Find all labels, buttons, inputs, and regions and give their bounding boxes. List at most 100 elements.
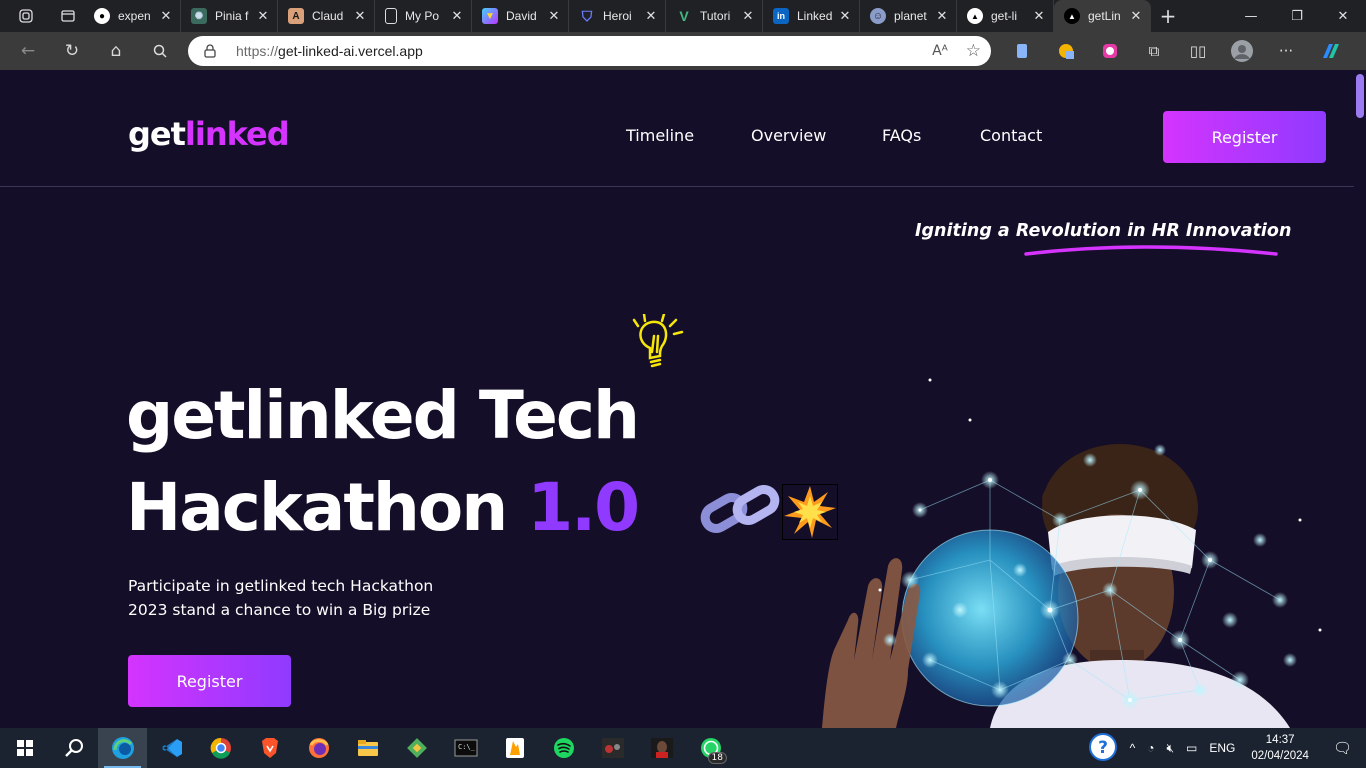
- tab-label: Pinia f: [215, 9, 249, 23]
- nav-contact[interactable]: Contact: [980, 126, 1042, 145]
- close-tab-icon[interactable]: ✕: [740, 8, 756, 24]
- browser-tab[interactable]: V Tutori ✕: [666, 0, 763, 32]
- help-icon[interactable]: ?: [1082, 732, 1124, 765]
- hero-register-button[interactable]: Register: [128, 655, 291, 707]
- workspaces-icon[interactable]: [0, 0, 52, 32]
- spotify-icon[interactable]: [539, 728, 588, 768]
- tab-actions-icon[interactable]: [52, 0, 84, 32]
- browser-tab[interactable]: A Claud ✕: [278, 0, 375, 32]
- close-tab-icon[interactable]: ✕: [158, 8, 174, 24]
- address-bar[interactable]: https://get-linked-ai.vercel.app Aᴬ ☆: [188, 36, 991, 66]
- close-tab-icon[interactable]: ✕: [1128, 8, 1144, 24]
- new-tab-icon[interactable]: +: [1151, 0, 1185, 32]
- minimize-icon[interactable]: —: [1228, 0, 1274, 32]
- browser-tab[interactable]: ▼ David ✕: [472, 0, 569, 32]
- restore-icon[interactable]: ❐: [1274, 0, 1320, 32]
- hero-vr-illustration: [822, 378, 1322, 728]
- extension-chrome-icon[interactable]: [1088, 32, 1132, 70]
- copilot-icon[interactable]: [1308, 32, 1352, 70]
- close-tab-icon[interactable]: ✕: [449, 8, 465, 24]
- notification-badge: 18: [707, 752, 727, 764]
- profile-avatar[interactable]: [1220, 32, 1264, 70]
- extension-color-icon[interactable]: [1044, 32, 1088, 70]
- search-icon[interactable]: [138, 32, 182, 70]
- extension-icon[interactable]: [1000, 32, 1044, 70]
- svg-text:C:\_: C:\_: [458, 743, 476, 751]
- split-screen-icon[interactable]: ▯▯: [1176, 32, 1220, 70]
- favorite-star-icon[interactable]: ☆: [966, 41, 981, 61]
- close-tab-icon[interactable]: ✕: [934, 8, 950, 24]
- chrome-icon[interactable]: [196, 728, 245, 768]
- site-header: getlinked Timeline Overview FAQs Contact…: [0, 70, 1354, 187]
- header-register-button[interactable]: Register: [1163, 111, 1326, 163]
- firefox-icon[interactable]: [294, 728, 343, 768]
- browser-tab-strip: ● expen ✕ ✺ Pinia f ✕ A Claud ✕ My Po ✕ …: [0, 0, 1366, 32]
- close-tab-icon[interactable]: ✕: [546, 8, 562, 24]
- start-menu-icon[interactable]: [0, 728, 49, 768]
- close-tab-icon[interactable]: ✕: [255, 8, 271, 24]
- vscode-icon[interactable]: [147, 728, 196, 768]
- battery-icon[interactable]: ▭: [1180, 741, 1203, 755]
- home-icon[interactable]: ⌂: [94, 32, 138, 70]
- language-indicator[interactable]: ENG: [1203, 741, 1241, 755]
- browser-tab[interactable]: in Linked ✕: [763, 0, 860, 32]
- more-menu-icon[interactable]: ···: [1264, 32, 1308, 70]
- planet-icon: ☺: [870, 8, 886, 24]
- hero-title-line2: Hackathon 1.0: [126, 469, 640, 546]
- system-tray: ? ^ ◔ 🔇︎ ▭ ENG 14:37 02/04/2024 🗨︎: [1082, 728, 1366, 768]
- hero-description: Participate in getlinked tech Hackathon …: [128, 577, 434, 619]
- tab-label: Heroi: [603, 9, 632, 23]
- browser-tab[interactable]: ▲ get-li ✕: [957, 0, 1054, 32]
- volume-muted-icon[interactable]: 🔇︎: [1160, 741, 1180, 756]
- show-hidden-icons-icon[interactable]: ^: [1124, 741, 1142, 755]
- hero-title: getlinked Tech Hackathon 1.0: [126, 370, 640, 554]
- page-scrollbar[interactable]: [1354, 70, 1366, 728]
- site-logo[interactable]: getlinked: [128, 115, 290, 153]
- tab-label: getLin: [1088, 9, 1121, 23]
- tab-label: get-li: [991, 9, 1018, 23]
- git-tool-icon[interactable]: [392, 728, 441, 768]
- scrollbar-thumb[interactable]: [1356, 74, 1364, 118]
- whatsapp-icon[interactable]: 18: [686, 728, 735, 768]
- extensions-puzzle-icon[interactable]: ⧉: [1132, 32, 1176, 70]
- notifications-icon[interactable]: 🗨︎: [1319, 739, 1366, 757]
- tab-label: My Po: [405, 9, 440, 23]
- clock-time: 14:37: [1265, 734, 1295, 746]
- refresh-icon[interactable]: ↻: [50, 32, 94, 70]
- read-aloud-icon[interactable]: Aᴬ: [932, 43, 948, 59]
- browser-tab[interactable]: ⛉ Heroi ✕: [569, 0, 666, 32]
- tab-label: Claud: [312, 9, 344, 23]
- file-explorer-icon[interactable]: [343, 728, 392, 768]
- close-tab-icon[interactable]: ✕: [352, 8, 368, 24]
- tab-label: Linked: [797, 9, 833, 23]
- wifi-icon[interactable]: ◔: [1141, 741, 1160, 755]
- browser-tab-active[interactable]: ▲ getLin ✕: [1054, 0, 1151, 32]
- game-app-icon[interactable]: [588, 728, 637, 768]
- browser-tab[interactable]: ☺ planet ✕: [860, 0, 957, 32]
- browser-tab[interactable]: ● expen ✕: [84, 0, 181, 32]
- hero-title-line1: getlinked Tech: [126, 377, 640, 454]
- media-app-icon[interactable]: [637, 728, 686, 768]
- nav-overview[interactable]: Overview: [751, 126, 826, 145]
- firebase-icon[interactable]: [490, 728, 539, 768]
- back-icon[interactable]: ←: [6, 32, 50, 70]
- brave-icon[interactable]: [245, 728, 294, 768]
- edge-taskbar-icon[interactable]: [98, 728, 147, 768]
- nav-faqs[interactable]: FAQs: [882, 126, 921, 145]
- search-icon[interactable]: [49, 728, 98, 768]
- vercel-icon: ▲: [1064, 8, 1080, 24]
- lock-icon[interactable]: [204, 44, 216, 58]
- anthropic-icon: A: [288, 8, 304, 24]
- browser-tab[interactable]: My Po ✕: [375, 0, 472, 32]
- vite-icon: ▼: [482, 8, 498, 24]
- vercel-icon: ▲: [967, 8, 983, 24]
- close-tab-icon[interactable]: ✕: [643, 8, 659, 24]
- github-icon: ●: [94, 8, 110, 24]
- terminal-icon[interactable]: C:\_: [441, 728, 490, 768]
- close-tab-icon[interactable]: ✕: [837, 8, 853, 24]
- close-window-icon[interactable]: ✕: [1320, 0, 1366, 32]
- browser-tab[interactable]: ✺ Pinia f ✕: [181, 0, 278, 32]
- nav-timeline[interactable]: Timeline: [626, 126, 694, 145]
- clock[interactable]: 14:37 02/04/2024: [1241, 732, 1319, 764]
- close-tab-icon[interactable]: ✕: [1031, 8, 1047, 24]
